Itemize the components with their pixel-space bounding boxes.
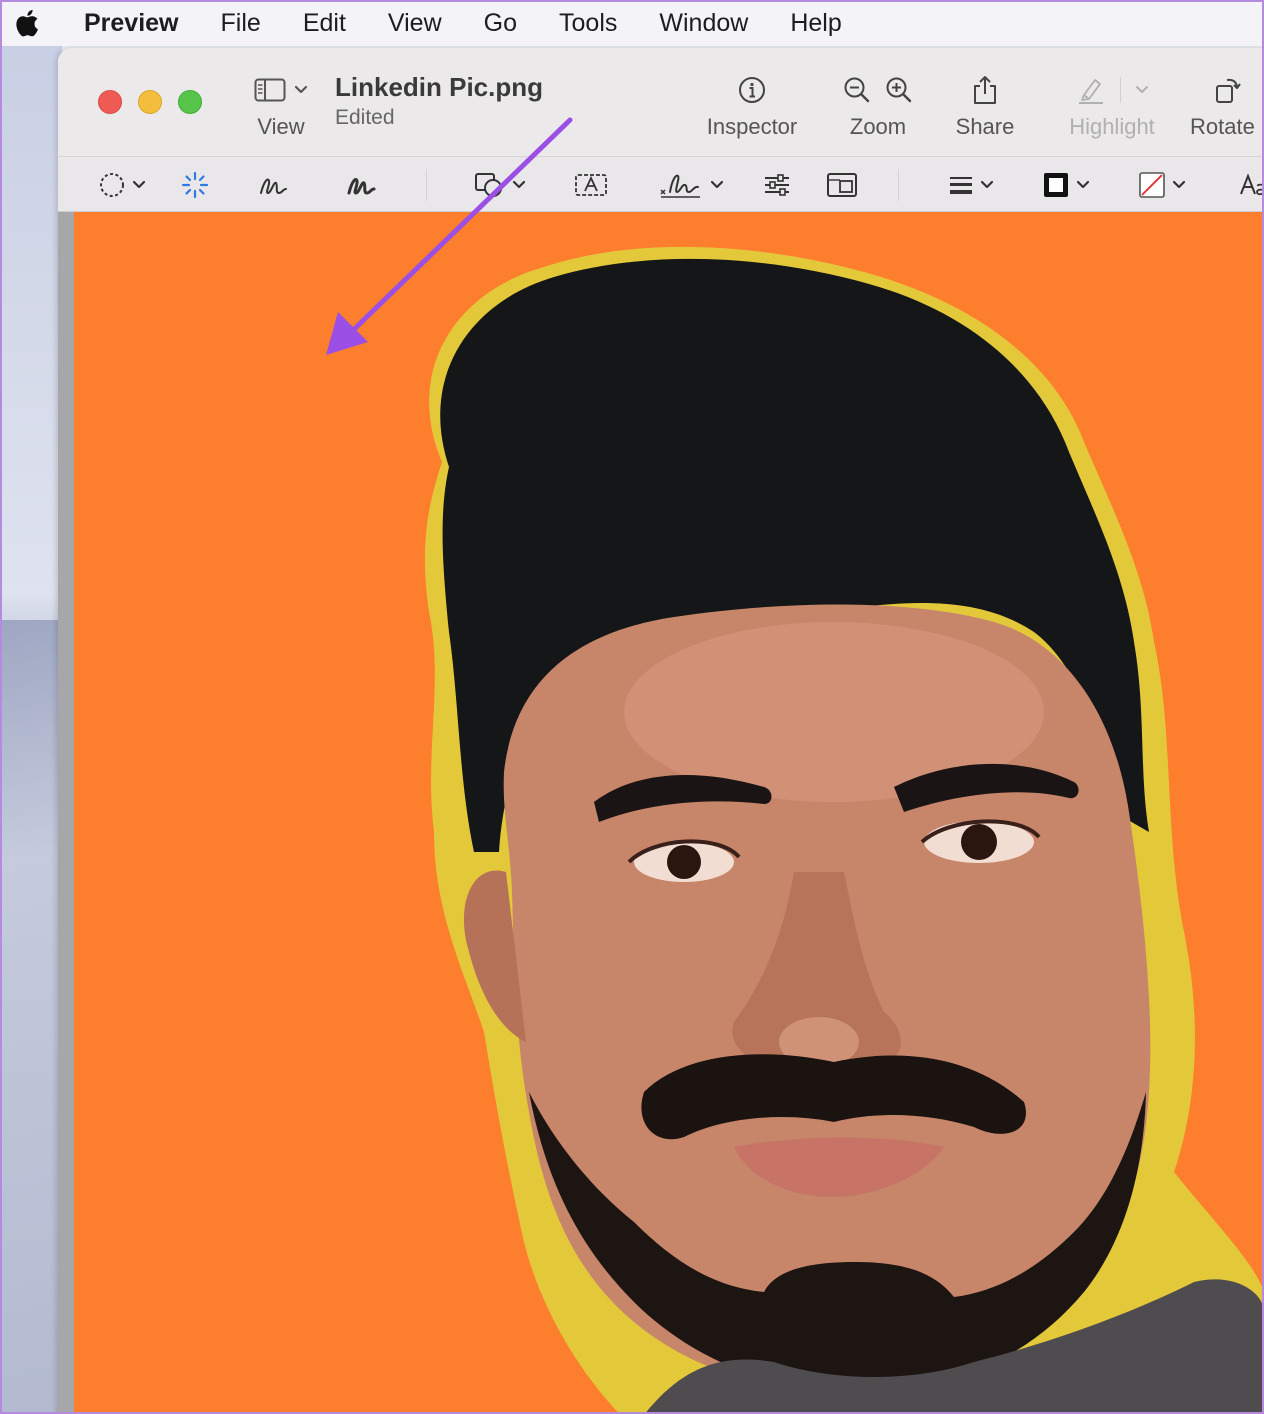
- fullscreen-window-button[interactable]: [178, 90, 202, 114]
- info-icon: [738, 76, 766, 104]
- share-button[interactable]: Share: [950, 70, 1020, 140]
- instant-alpha-icon: [180, 170, 210, 200]
- rotate-icon: [1214, 75, 1242, 105]
- sidebar-icon: [254, 78, 286, 102]
- zoom-in-icon[interactable]: [885, 76, 913, 104]
- zoom-control: Zoom: [834, 70, 922, 140]
- markup-toolbar: [58, 156, 1264, 212]
- adjust-size-button[interactable]: [826, 169, 858, 201]
- preview-window: View Linkedin Pic.png Edited Inspector Z…: [58, 48, 1264, 1414]
- chevron-down-icon: [980, 180, 994, 190]
- shapes-icon: [472, 170, 506, 200]
- menu-edit[interactable]: Edit: [303, 9, 346, 38]
- view-label: View: [257, 114, 305, 139]
- document-canvas[interactable]: [58, 212, 1264, 1414]
- selection-tools-button[interactable]: [98, 169, 146, 201]
- highlighter-pen-icon: [1076, 75, 1106, 105]
- window-titlebar: View Linkedin Pic.png Edited Inspector Z…: [58, 48, 1264, 156]
- signature-icon: [658, 170, 704, 200]
- inspector-label: Inspector: [706, 114, 798, 139]
- menu-tools[interactable]: Tools: [559, 9, 617, 38]
- shape-style-button[interactable]: [948, 169, 994, 201]
- document-status: Edited: [335, 106, 395, 129]
- line-weight-icon: [948, 172, 974, 198]
- apple-menu-icon[interactable]: [14, 6, 44, 40]
- zoom-out-icon[interactable]: [843, 76, 871, 104]
- toolbar-separator: [426, 169, 427, 201]
- border-color-icon: [1042, 171, 1070, 199]
- resize-icon: [826, 171, 858, 199]
- chevron-down-icon: [710, 180, 724, 190]
- inspector-button[interactable]: Inspector: [700, 70, 804, 140]
- shapes-button[interactable]: [472, 169, 526, 201]
- chevron-down-icon[interactable]: [1135, 85, 1149, 95]
- sign-button[interactable]: [658, 169, 724, 201]
- sketch-button[interactable]: [258, 169, 290, 201]
- sketch-icon: [258, 171, 290, 199]
- document-title: Linkedin Pic.png: [335, 72, 544, 102]
- menu-window[interactable]: Window: [659, 9, 748, 38]
- chevron-down-icon: [1076, 180, 1090, 190]
- adjust-color-button[interactable]: [762, 169, 792, 201]
- fill-color-button[interactable]: [1138, 169, 1186, 201]
- highlight-divider: [1119, 77, 1121, 103]
- draw-icon: [346, 171, 378, 199]
- chevron-down-icon: [1172, 180, 1186, 190]
- view-button[interactable]: View: [248, 70, 314, 140]
- instant-alpha-button[interactable]: [180, 169, 210, 201]
- dashed-selection-icon: [98, 171, 126, 199]
- menu-go[interactable]: Go: [484, 9, 517, 38]
- no-fill-icon: [1138, 171, 1166, 199]
- text-box-button[interactable]: [574, 169, 608, 201]
- menu-file[interactable]: File: [221, 9, 261, 38]
- menu-bar: Preview File Edit View Go Tools Window H…: [0, 0, 1264, 46]
- draw-button[interactable]: [346, 169, 378, 201]
- chevron-down-icon: [294, 85, 308, 95]
- text-style-icon: [1238, 172, 1264, 198]
- sliders-icon: [762, 171, 792, 199]
- highlight-label: Highlight: [1069, 114, 1155, 139]
- rotate-label: Rotate: [1190, 114, 1255, 139]
- minimize-window-button[interactable]: [138, 90, 162, 114]
- desktop-shade: [0, 620, 62, 1414]
- share-icon: [971, 74, 999, 106]
- zoom-label: Zoom: [849, 114, 907, 139]
- menu-view[interactable]: View: [388, 9, 442, 38]
- chevron-down-icon: [132, 180, 146, 190]
- rotate-button[interactable]: Rotate: [1190, 70, 1264, 140]
- menu-app-preview[interactable]: Preview: [84, 9, 179, 38]
- chevron-down-icon: [512, 180, 526, 190]
- close-window-button[interactable]: [98, 90, 122, 114]
- border-color-button[interactable]: [1042, 169, 1090, 201]
- text-style-button[interactable]: [1238, 169, 1264, 201]
- highlight-button[interactable]: Highlight: [1060, 70, 1164, 140]
- toolbar-separator: [898, 169, 899, 201]
- share-label: Share: [955, 114, 1015, 139]
- photo-image[interactable]: [74, 212, 1264, 1414]
- text-box-icon: [574, 171, 608, 199]
- menu-help[interactable]: Help: [790, 9, 841, 38]
